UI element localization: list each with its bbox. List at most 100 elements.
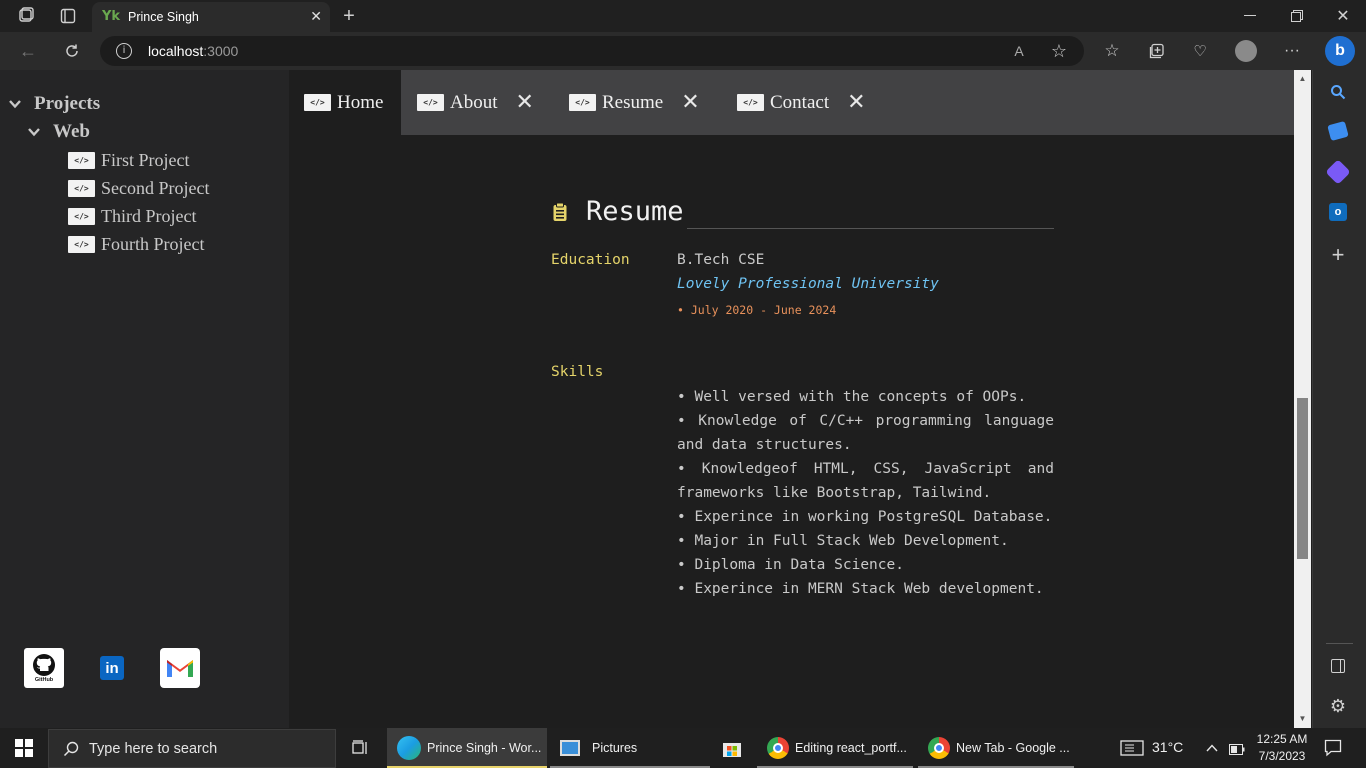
taskbar-app-label: Pictures: [592, 741, 638, 755]
taskbar-app-label: Editing react_portf...: [795, 741, 907, 755]
list-item: • Experince in working PostgreSQL Databa…: [677, 509, 1053, 525]
education-degree: B.Tech CSE: [677, 252, 765, 268]
chrome-icon: [767, 737, 789, 759]
sidebar-item-third-project[interactable]: </> Third Project: [68, 206, 196, 227]
taskbar-app-edge[interactable]: Prince Singh - Wor...: [387, 728, 547, 768]
linkedin-icon: in: [105, 659, 119, 677]
education-label: Education: [551, 252, 630, 268]
github-icon: [33, 653, 55, 676]
task-view-icon[interactable]: [350, 737, 372, 759]
gmail-link[interactable]: [160, 648, 200, 688]
taskbar-app-label: Prince Singh - Wor...: [427, 741, 542, 755]
taskbar-app-chrome-newtab[interactable]: New Tab - Google ...: [918, 728, 1074, 768]
list-item: • Well versed with the concepts of OOPs.: [677, 389, 1027, 405]
list-item: • Knowledgeof HTML, CSS, JavaScript and …: [677, 461, 1054, 501]
code-file-icon: </>: [68, 208, 95, 225]
weather-temp[interactable]: 31°C: [1152, 739, 1183, 755]
clock-date: 7/3/2023: [1258, 749, 1306, 763]
tree-root-label: Projects: [34, 93, 101, 114]
profile-avatar[interactable]: [1235, 40, 1257, 62]
outlook-icon[interactable]: o: [1329, 203, 1347, 221]
project-label: First Project: [101, 150, 190, 170]
project-label: Third Project: [101, 206, 197, 226]
tree-web-folder[interactable]: Web: [27, 121, 90, 143]
workspaces-icon[interactable]: [14, 6, 38, 26]
list-item: • Major in Full Stack Web Development.: [677, 533, 1009, 549]
battery-icon[interactable]: [1229, 742, 1245, 755]
code-file-icon: </>: [569, 94, 596, 111]
taskbar-app-label: New Tab - Google ...: [956, 741, 1070, 755]
taskbar-search[interactable]: Type here to search: [48, 729, 336, 768]
taskbar-app-pictures[interactable]: Pictures: [550, 728, 710, 768]
browser-tab-title: Prince Singh: [128, 10, 199, 24]
search-icon[interactable]: [1327, 81, 1349, 103]
code-file-icon: </>: [304, 94, 331, 111]
list-item: • Diploma in Data Science.: [677, 557, 904, 573]
tree-folder-label: Web: [53, 121, 90, 142]
education-school: Lovely Professional University: [677, 276, 939, 292]
restore-icon[interactable]: [1287, 6, 1307, 26]
chevron-up-icon[interactable]: [1204, 739, 1220, 757]
tab-home-label: Home: [337, 91, 384, 113]
list-item: • Knowledge of C/C++ programming languag…: [677, 413, 1054, 453]
bing-copilot-icon[interactable]: b: [1325, 36, 1355, 66]
start-windows-icon[interactable]: [15, 739, 33, 757]
close-tab-icon[interactable]: ✕: [681, 90, 699, 115]
favorites-icon[interactable]: ☆: [1101, 40, 1123, 62]
browser-tab-active[interactable]: Yk Prince Singh ✕: [92, 2, 330, 32]
weather-icon[interactable]: [1120, 739, 1144, 757]
close-tab-icon[interactable]: ✕: [516, 90, 534, 115]
code-file-icon: </>: [68, 236, 95, 253]
scroll-down-arrow-icon[interactable]: ▼: [1297, 714, 1308, 724]
close-window-icon[interactable]: ✕: [1333, 6, 1353, 26]
taskbar-search-placeholder: Type here to search: [89, 740, 218, 757]
close-tab-icon[interactable]: ✕: [847, 90, 865, 115]
list-item: • Experince in MERN Stack Web developmen…: [677, 581, 1044, 597]
tab-resume-label: Resume: [602, 91, 664, 113]
sidebar-item-fourth-project[interactable]: </> Fourth Project: [68, 234, 205, 255]
taskbar-clock[interactable]: 12:25 AM 7/3/2023: [1256, 731, 1308, 765]
code-file-icon: </>: [68, 152, 95, 169]
page-title: Resume: [552, 196, 684, 227]
browser-essentials-icon[interactable]: ♡: [1189, 40, 1211, 62]
add-sidebar-app-icon[interactable]: +: [1327, 242, 1349, 267]
close-tab-icon[interactable]: ✕: [310, 8, 322, 25]
read-aloud-icon[interactable]: A: [1008, 41, 1030, 61]
back-icon[interactable]: ←: [16, 40, 40, 62]
skills-list: • Well versed with the concepts of OOPs.…: [677, 385, 1054, 601]
collections-icon[interactable]: [1146, 40, 1168, 62]
tab-contact[interactable]: </> Contact ✕: [737, 70, 866, 135]
notifications-icon[interactable]: [1324, 739, 1342, 757]
sidebar-item-first-project[interactable]: </> First Project: [68, 150, 190, 171]
tab-resume[interactable]: </> Resume ✕: [569, 70, 700, 135]
pictures-icon: [560, 740, 580, 756]
site-info-icon[interactable]: i: [116, 43, 132, 59]
scroll-up-arrow-icon[interactable]: ▲: [1297, 74, 1308, 84]
tab-contact-label: Contact: [770, 91, 830, 113]
hide-sidebar-icon[interactable]: [1327, 656, 1349, 676]
tab-about-label: About: [450, 91, 498, 113]
address-bar[interactable]: i localhost:3000: [100, 36, 1084, 66]
tab-home[interactable]: </> Home: [289, 70, 401, 135]
taskbar-app-chrome-editing[interactable]: Editing react_portf...: [757, 728, 913, 768]
linkedin-link[interactable]: in: [100, 656, 124, 680]
code-file-icon: </>: [417, 94, 444, 111]
project-label: Fourth Project: [101, 234, 205, 254]
tab-actions-icon[interactable]: [56, 6, 80, 26]
more-menu-icon[interactable]: ···: [1281, 40, 1303, 62]
microsoft-store-icon[interactable]: [722, 738, 742, 758]
scrollbar-thumb[interactable]: [1297, 398, 1308, 559]
favorite-star-icon[interactable]: ☆: [1048, 40, 1070, 62]
sidebar-item-second-project[interactable]: </> Second Project: [68, 178, 209, 199]
minimize-icon[interactable]: [1240, 6, 1260, 26]
tree-projects-root[interactable]: Projects: [8, 93, 100, 115]
settings-gear-icon[interactable]: ⚙: [1327, 695, 1349, 717]
code-file-icon: </>: [68, 180, 95, 197]
refresh-icon[interactable]: [60, 40, 84, 62]
new-tab-icon[interactable]: +: [338, 5, 360, 27]
url-host: localhost: [148, 43, 204, 59]
github-link[interactable]: GitHub: [24, 648, 64, 688]
project-label: Second Project: [101, 178, 210, 198]
tab-about[interactable]: </> About ✕: [417, 70, 534, 135]
sidebar-divider: [1326, 643, 1353, 644]
